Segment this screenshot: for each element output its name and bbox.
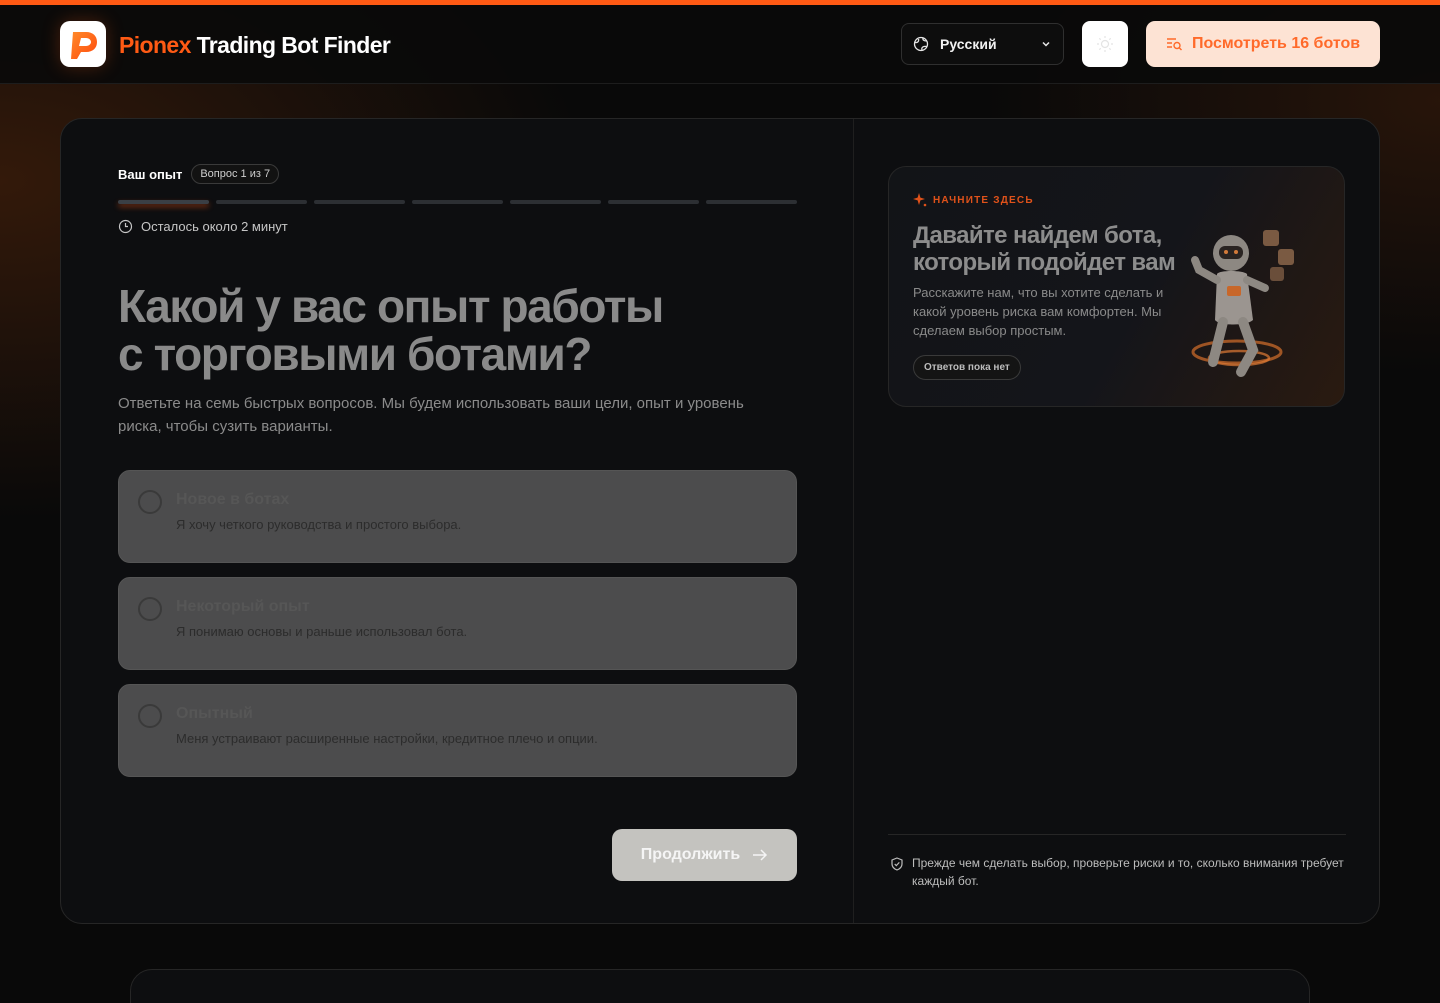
view-bots-button[interactable]: Посмотреть 16 ботов [1146,21,1380,67]
continue-button[interactable]: Продолжить [612,829,797,881]
promo-kicker: НАЧНИТЕ ЗДЕСЬ [913,193,1034,207]
option-description: Я хочу четкого руководства и простого вы… [176,517,462,532]
language-select[interactable]: Русский [901,23,1064,65]
brand-rest: Trading Bot Finder [196,32,391,58]
language-label: Русский [940,36,997,52]
next-section-card [130,969,1310,1003]
risk-disclaimer-text: Прежде чем сделать выбор, проверьте риск… [912,856,1344,888]
option-beginner[interactable]: Новое в ботах Я хочу четкого руководства… [118,470,797,563]
radio-button[interactable] [138,490,162,514]
pionex-logo-icon[interactable] [60,21,106,67]
step-counter-badge: Вопрос 1 из 7 [191,164,280,184]
promo-title: Давайте найдем бота, который подойдет ва… [913,222,1176,276]
time-left-text: Осталось около 2 минут [141,219,288,234]
brand-accent: Pionex [119,32,191,58]
radio-button[interactable] [138,704,162,728]
card-divider [853,119,854,923]
theme-toggle-button[interactable] [1082,21,1128,67]
sun-icon [1097,36,1113,52]
quiz-card: Ваш опыт Вопрос 1 из 7 Осталось около 2 … [60,118,1380,924]
option-some-experience[interactable]: Некоторый опыт Я понимаю основы и раньше… [118,577,797,670]
promo-kicker-label: НАЧНИТЕ ЗДЕСЬ [933,194,1034,206]
option-title: Опытный [176,705,253,722]
continue-label: Продолжить [640,846,741,863]
option-title: Некоторый опыт [176,598,310,615]
question-line-1: Какой у вас опыт работы [118,280,664,332]
top-header: Pionex Trading Bot Finder Русский Посмот… [0,5,1440,84]
radio-button[interactable] [138,597,162,621]
footer-divider [888,834,1346,835]
sparkle-icon [913,193,927,207]
brand-title[interactable]: Pionex Trading Bot Finder [119,32,391,59]
clock-icon [118,219,133,234]
question-line-2: с торговыми ботами? [118,328,592,380]
question-heading: Какой у вас опыт работы с торговыми бота… [118,282,738,378]
question-subtext: Ответьте на семь быстрых вопросов. Мы бу… [118,395,744,435]
time-estimate: Осталось около 2 минут [118,219,288,234]
option-description: Меня устраивают расширенные настройки, к… [176,731,598,746]
progress-segment [314,200,405,204]
globe-icon [913,36,929,52]
option-description: Я понимаю основы и раньше использовал бо… [176,624,468,639]
progress-segment [118,200,209,204]
promo-description: Расскажите нам, что вы хотите сделать и … [913,285,1164,338]
view-bots-label: Посмотреть 16 ботов [1191,35,1361,52]
promo-panel: НАЧНИТЕ ЗДЕСЬ Давайте найдем бота, котор… [888,166,1345,407]
progress-segment [706,200,797,204]
step-header: Ваш опыт Вопрос 1 из 7 [118,164,280,184]
option-title: Новое в ботах [176,491,290,508]
progress-segment [412,200,503,204]
answers-status-badge: Ответов пока нет [913,355,1021,380]
shield-check-icon [891,857,903,871]
robot-mascot-illustration [1191,230,1294,377]
filter-search-icon [1166,38,1182,51]
risk-disclaimer: Прежде чем сделать выбор, проверьте риск… [890,854,1346,890]
chevron-down-icon [1042,41,1050,47]
arrow-right-icon [753,849,768,861]
progress-segment [510,200,601,204]
progress-segment [216,200,307,204]
progress-segment [608,200,699,204]
option-experienced[interactable]: Опытный Меня устраивают расширенные наст… [118,684,797,777]
progress-bar [118,200,797,204]
step-title: Ваш опыт [118,166,183,182]
